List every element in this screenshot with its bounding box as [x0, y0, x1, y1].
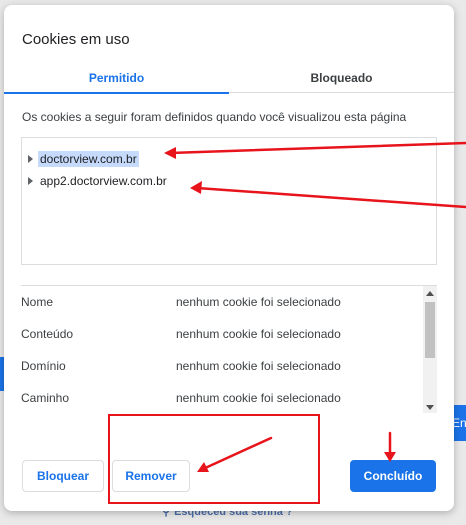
scroll-down-arrow-icon[interactable] — [423, 400, 437, 413]
detail-key: Domínio — [21, 359, 66, 373]
site-item-doctorview[interactable]: doctorview.com.br — [28, 150, 139, 168]
detail-row-content: Conteúdo nenhum cookie foi selecionado — [21, 324, 417, 344]
detail-key: Caminho — [21, 391, 70, 405]
detail-value: nenhum cookie foi selecionado — [176, 391, 341, 405]
detail-row-name: Nome nenhum cookie foi selecionado — [21, 292, 417, 312]
tab-blocked[interactable]: Bloqueado — [229, 63, 454, 93]
tab-bar: Permitido Bloqueado — [4, 63, 454, 94]
done-button[interactable]: Concluído — [350, 460, 436, 492]
detail-key: Conteúdo — [21, 327, 74, 341]
detail-value: nenhum cookie foi selecionado — [176, 359, 341, 373]
tab-allowed[interactable]: Permitido — [4, 63, 229, 94]
cookie-details: Nome nenhum cookie foi selecionado Conte… — [21, 285, 437, 413]
details-scrollbar[interactable] — [423, 286, 437, 413]
background-enter-button: Entr — [452, 405, 466, 441]
cookies-description: Os cookies a seguir foram definidos quan… — [22, 110, 407, 124]
expand-triangle-icon[interactable] — [28, 177, 33, 185]
scroll-up-arrow-icon[interactable] — [423, 286, 437, 300]
detail-key: Nome — [21, 295, 54, 309]
site-item-label: app2.doctorview.com.br — [40, 174, 167, 188]
remove-button[interactable]: Remover — [112, 460, 190, 492]
site-item-app2-doctorview[interactable]: app2.doctorview.com.br — [28, 172, 169, 190]
detail-value: nenhum cookie foi selecionado — [176, 295, 341, 309]
site-item-label: doctorview.com.br — [38, 151, 139, 167]
detail-row-path: Caminho nenhum cookie foi selecionado — [21, 388, 417, 408]
block-button[interactable]: Bloquear — [22, 460, 104, 492]
site-list: doctorview.com.br app2.doctorview.com.br — [21, 137, 437, 265]
expand-triangle-icon[interactable] — [28, 155, 33, 163]
dialog-title: Cookies em uso — [22, 31, 130, 48]
detail-row-domain: Domínio nenhum cookie foi selecionado — [21, 356, 417, 376]
scrollbar-thumb[interactable] — [425, 302, 435, 358]
cookies-dialog: Cookies em uso Permitido Bloqueado Os co… — [4, 5, 454, 511]
detail-value: nenhum cookie foi selecionado — [176, 327, 341, 341]
